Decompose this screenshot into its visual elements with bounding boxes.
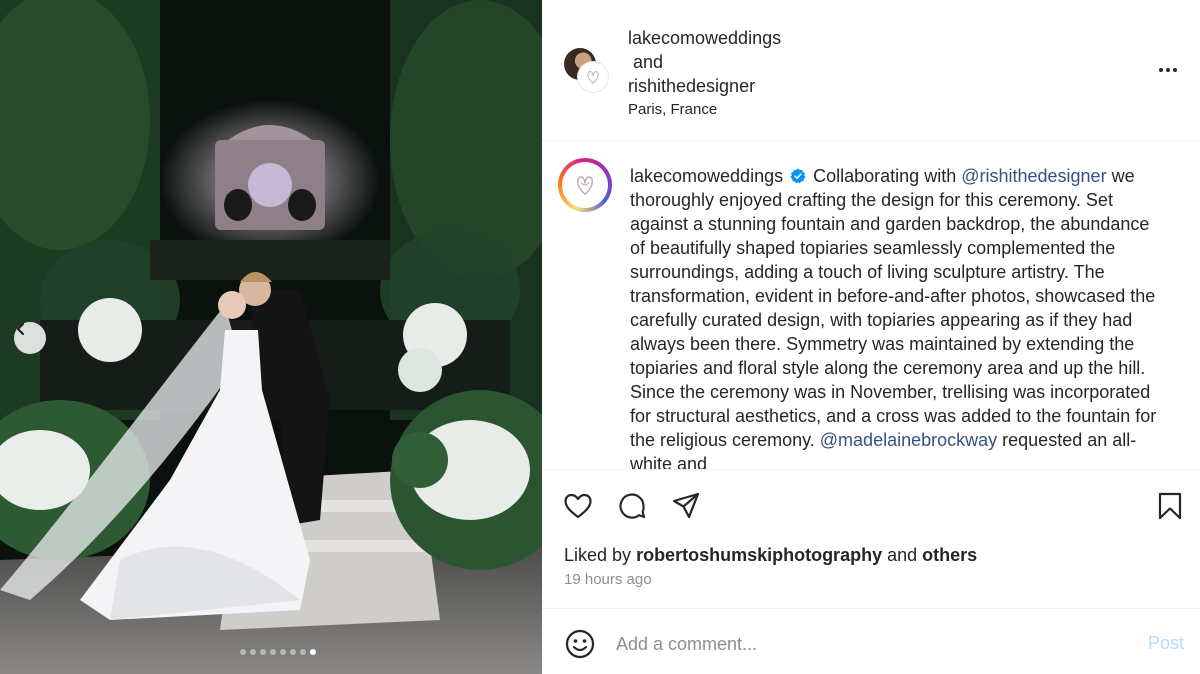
caption-area[interactable]: lakecomoweddings Collaborating with @ris… — [542, 142, 1200, 470]
comment-bubble-icon — [619, 493, 646, 519]
carousel-dot — [250, 649, 256, 655]
avatar-lakecomoweddings[interactable] — [578, 62, 608, 92]
wedding-photo-image — [0, 0, 542, 674]
carousel-dot — [280, 649, 286, 655]
carousel-dot — [240, 649, 246, 655]
smiley-icon — [565, 629, 595, 659]
carousel-dot — [260, 649, 266, 655]
post-timestamp[interactable]: 19 hours ago — [564, 571, 652, 588]
carousel-dot — [270, 649, 276, 655]
post-actions — [542, 470, 1200, 540]
lakecomo-logo-icon — [577, 176, 593, 195]
carousel-prev-button[interactable] — [14, 322, 46, 354]
authors-joiner: and — [633, 52, 664, 72]
caption-avatar — [562, 162, 608, 208]
like-button[interactable] — [562, 490, 594, 522]
carousel-dot — [300, 649, 306, 655]
author-rishithedesigner[interactable]: rishithedesigner — [628, 74, 781, 98]
chevron-left-icon — [16, 322, 25, 336]
collab-avatars[interactable] — [564, 48, 610, 94]
post-photo[interactable] — [0, 0, 542, 674]
post-comment-button[interactable]: Post — [1148, 633, 1184, 654]
carousel-indicator — [0, 649, 542, 655]
caption-username[interactable]: lakecomoweddings — [630, 166, 783, 186]
likes-prefix: Liked by — [564, 545, 632, 565]
paper-plane-icon — [672, 492, 700, 519]
more-horizontal-icon — [1159, 68, 1163, 72]
post-authors: lakecomoweddings and rishithedesigner Pa… — [628, 26, 781, 122]
heart-icon — [564, 493, 592, 519]
comment-button[interactable] — [616, 490, 648, 522]
more-dot — [1166, 68, 1170, 72]
likes-others-link[interactable]: others — [922, 545, 977, 565]
carousel-dot — [290, 649, 296, 655]
post-header: lakecomoweddings and rishithedesigner Pa… — [542, 0, 1200, 141]
mention-rishithedesigner[interactable]: @rishithedesigner — [961, 166, 1106, 186]
more-dot — [1173, 68, 1177, 72]
comment-input[interactable] — [616, 629, 1116, 659]
post-caption: lakecomoweddings Collaborating with @ris… — [630, 164, 1165, 469]
post-location[interactable]: Paris, France — [628, 98, 781, 122]
lakecomo-logo-icon — [587, 70, 599, 84]
share-button[interactable] — [670, 490, 702, 522]
comment-composer: Post — [542, 608, 1200, 674]
mention-madelainebrockway[interactable]: @madelainebrockway — [820, 430, 997, 450]
verified-badge-icon — [790, 168, 806, 184]
likes-joiner: and — [887, 545, 918, 565]
likes-summary: Liked by robertoshumskiphotography and o… — [564, 545, 977, 566]
likes-user-link[interactable]: robertoshumskiphotography — [636, 545, 882, 565]
post-side-panel: lakecomoweddings and rishithedesigner Pa… — [542, 0, 1200, 674]
caption-intro: Collaborating with — [813, 166, 957, 186]
carousel-dot — [310, 649, 316, 655]
more-options-button[interactable] — [1156, 58, 1180, 82]
author-lakecomoweddings[interactable]: lakecomoweddings — [628, 26, 781, 50]
bookmark-icon — [1158, 492, 1182, 520]
caption-body: we thoroughly enjoyed crafting the desig… — [630, 166, 1157, 450]
save-button[interactable] — [1154, 490, 1186, 522]
emoji-button[interactable] — [564, 628, 596, 660]
caption-avatar-story-ring[interactable] — [558, 158, 612, 212]
